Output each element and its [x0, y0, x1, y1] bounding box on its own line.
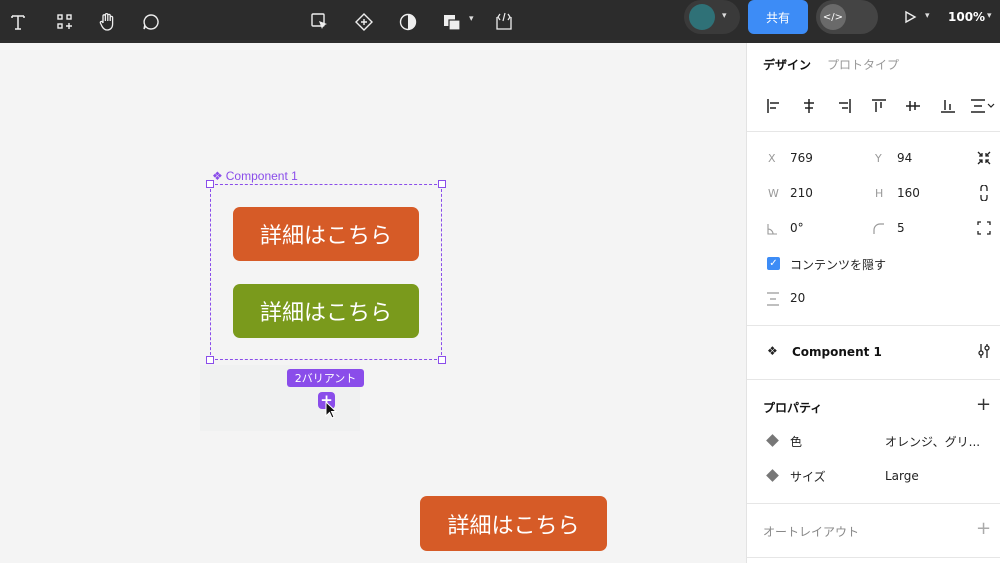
divider — [747, 131, 1000, 132]
mouse-cursor-icon — [325, 401, 338, 419]
boolean-ops-icon[interactable] — [441, 0, 465, 43]
tab-prototype[interactable]: プロトタイプ — [827, 56, 899, 73]
avatar-menu[interactable]: ▾ — [684, 0, 740, 34]
resize-handle-tl[interactable] — [206, 180, 214, 188]
top-toolbar: ▾ ▾ 共有 </> ▾ 100% ▾ — [0, 0, 1000, 43]
properties-title: プロパティ — [763, 401, 823, 415]
variant-property-icon — [766, 469, 779, 482]
properties-panel: デザイン プロトタイプ X 769 Y 94 W 210 H 160 0° 5 … — [746, 43, 1000, 563]
independent-corners-icon[interactable] — [976, 220, 992, 236]
chevron-down-icon: ▾ — [722, 11, 727, 21]
select-matching-layers-icon[interactable] — [309, 0, 331, 43]
divider — [747, 557, 1000, 558]
y-input[interactable]: 94 — [897, 151, 912, 165]
dev-handoff-icon[interactable] — [493, 0, 515, 43]
component-set-name: Component 1 — [225, 169, 298, 183]
align-right-icon[interactable] — [833, 95, 855, 117]
variant-button-orange[interactable]: 詳細はこちら — [233, 207, 419, 261]
zoom-level[interactable]: 100% — [948, 0, 985, 34]
clip-content-label: コンテンツを隠す — [790, 258, 887, 272]
y-label: Y — [875, 152, 882, 165]
divider — [747, 325, 1000, 326]
zoom-caret-icon[interactable]: ▾ — [987, 11, 992, 21]
present-play-icon[interactable] — [900, 0, 920, 34]
auto-layout-title: オートレイアウト — [763, 525, 860, 539]
divider — [747, 503, 1000, 504]
create-component-icon[interactable] — [353, 0, 375, 43]
share-button[interactable]: 共有 — [748, 0, 808, 34]
property-value-color[interactable]: オレンジ、グリ... — [885, 433, 980, 450]
divider — [747, 379, 1000, 380]
item-spacing-icon — [765, 291, 781, 307]
property-name-size[interactable]: サイズ — [790, 468, 826, 485]
x-label: X — [768, 152, 776, 165]
constraints-collapse-icon[interactable] — [976, 150, 992, 166]
resize-handle-bl[interactable] — [206, 356, 214, 364]
present-caret-icon[interactable]: ▾ — [925, 11, 930, 21]
align-bottom-icon[interactable] — [937, 95, 959, 117]
component-tool-icon[interactable] — [55, 0, 75, 43]
mask-icon[interactable] — [397, 0, 419, 43]
component-set-label[interactable]: ❖ Component 1 — [212, 169, 298, 183]
align-horizontal-center-icon[interactable] — [798, 95, 820, 117]
hand-tool-icon[interactable] — [96, 0, 118, 43]
variants-count-badge: 2バリアント — [287, 369, 364, 387]
corner-radius-input[interactable]: 5 — [897, 221, 905, 235]
align-top-icon[interactable] — [868, 95, 890, 117]
constrain-proportions-icon[interactable] — [976, 185, 992, 201]
height-input[interactable]: 160 — [897, 186, 920, 200]
comment-tool-icon[interactable] — [140, 0, 162, 43]
instance-button[interactable]: 詳細はこちら — [420, 496, 607, 551]
component-name[interactable]: Component 1 — [792, 345, 882, 359]
alignment-toolbar — [761, 95, 997, 117]
add-auto-layout-icon[interactable]: + — [976, 518, 991, 539]
dev-mode-toggle[interactable]: </> — [816, 0, 878, 34]
resize-handle-tr[interactable] — [438, 180, 446, 188]
h-label: H — [875, 187, 884, 200]
width-input[interactable]: 210 — [790, 186, 813, 200]
variant-property-icon — [766, 434, 779, 447]
clip-content-checkbox[interactable]: ✓ — [767, 257, 780, 270]
tab-design[interactable]: デザイン — [763, 56, 811, 73]
property-name-color[interactable]: 色 — [790, 433, 802, 450]
boolean-ops-caret-icon[interactable]: ▾ — [469, 14, 474, 24]
avatar[interactable] — [689, 4, 715, 30]
rotation-icon — [766, 221, 778, 237]
x-input[interactable]: 769 — [790, 151, 813, 165]
component-settings-icon[interactable] — [976, 343, 992, 359]
resize-handle-br[interactable] — [438, 356, 446, 364]
item-spacing-input[interactable]: 20 — [790, 291, 805, 305]
align-vertical-center-icon[interactable] — [902, 95, 924, 117]
add-property-icon[interactable]: + — [976, 394, 991, 415]
variant-button-green[interactable]: 詳細はこちら — [233, 284, 419, 338]
component-set-icon: ❖ — [767, 344, 778, 358]
corner-radius-icon — [873, 221, 885, 237]
w-label: W — [768, 187, 779, 200]
distribute-spacing-icon[interactable] — [968, 95, 998, 117]
align-left-icon[interactable] — [763, 95, 785, 117]
rotation-input[interactable]: 0° — [790, 221, 804, 235]
canvas[interactable]: ❖ Component 1 詳細はこちら 詳細はこちら 2バリアント + 詳細は… — [0, 43, 746, 563]
property-value-size[interactable]: Large — [885, 469, 919, 483]
code-icon: </> — [820, 4, 846, 30]
text-tool-icon[interactable] — [8, 0, 28, 43]
